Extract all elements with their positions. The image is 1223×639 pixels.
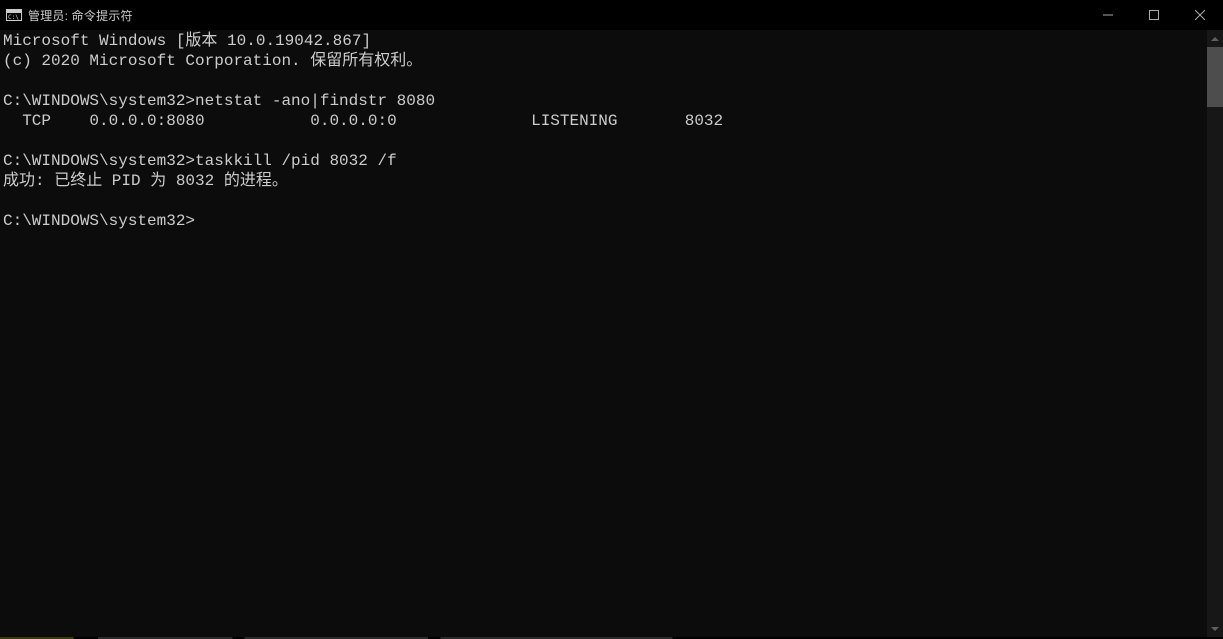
content-area: Microsoft Windows [版本 10.0.19042.867] (c… (0, 30, 1223, 637)
terminal-output[interactable]: Microsoft Windows [版本 10.0.19042.867] (c… (0, 30, 1207, 637)
terminal-line: C:\WINDOWS\system32> (3, 212, 195, 230)
terminal-line: 成功: 已终止 PID 为 8032 的进程。 (3, 172, 288, 190)
window-controls (1085, 0, 1223, 30)
window-title: 管理员: 命令提示符 (28, 7, 133, 24)
terminal-line: (c) 2020 Microsoft Corporation. 保留所有权利。 (3, 52, 422, 70)
scrollbar-thumb[interactable] (1207, 47, 1223, 107)
terminal-line: TCP 0.0.0.0:8080 0.0.0.0:0 LISTENING 803… (3, 112, 723, 130)
terminal-line: C:\WINDOWS\system32>netstat -ano|findstr… (3, 92, 435, 110)
svg-text:C:\: C:\ (8, 14, 19, 21)
minimize-button[interactable] (1085, 0, 1131, 30)
maximize-button[interactable] (1131, 0, 1177, 30)
cmd-window: C:\ 管理员: 命令提示符 Microsoft Windows [版本 10.… (0, 0, 1223, 639)
terminal-line: Microsoft Windows [版本 10.0.19042.867] (3, 32, 371, 50)
close-button[interactable] (1177, 0, 1223, 30)
terminal-line: C:\WINDOWS\system32>taskkill /pid 8032 /… (3, 152, 397, 170)
scrollbar-down-arrow-icon[interactable] (1207, 620, 1223, 637)
cmd-icon: C:\ (6, 7, 22, 23)
titlebar[interactable]: C:\ 管理员: 命令提示符 (0, 0, 1223, 30)
scrollbar-up-arrow-icon[interactable] (1207, 30, 1223, 47)
titlebar-left: C:\ 管理员: 命令提示符 (0, 7, 133, 24)
vertical-scrollbar[interactable] (1207, 30, 1223, 637)
